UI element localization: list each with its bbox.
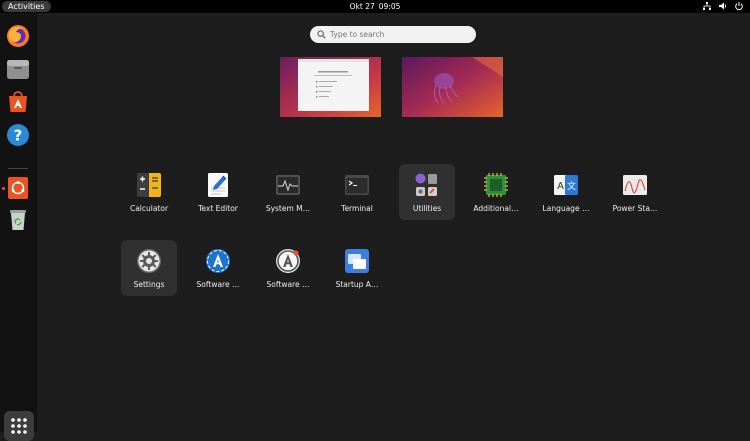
dock: ? bbox=[0, 13, 37, 441]
app-system-monitor[interactable]: System M… bbox=[260, 164, 316, 220]
app-calculator[interactable]: Calculator bbox=[121, 164, 177, 220]
system-tray[interactable] bbox=[702, 1, 744, 11]
app-label: Startup A… bbox=[335, 280, 379, 289]
top-bar: Activities Okt 27 09:05 bbox=[0, 0, 750, 13]
app-label: Software … bbox=[266, 280, 310, 289]
app-label: Utilities bbox=[412, 204, 442, 213]
system-monitor-icon bbox=[275, 172, 301, 198]
software-properties-icon bbox=[275, 248, 301, 274]
workspace-thumbnail-1[interactable] bbox=[280, 57, 381, 117]
app-label: Settings bbox=[133, 280, 165, 289]
show-applications-button[interactable] bbox=[4, 411, 34, 441]
ubuntu-installer-icon[interactable] bbox=[4, 174, 32, 202]
window-preview bbox=[298, 59, 369, 111]
software-updater-icon bbox=[205, 248, 231, 274]
search-bar[interactable] bbox=[310, 26, 476, 43]
clock-date: Okt 27 bbox=[349, 2, 375, 11]
volume-icon[interactable] bbox=[718, 1, 728, 11]
terminal-icon bbox=[344, 172, 370, 198]
app-power-statistics[interactable]: Power Sta… bbox=[607, 164, 663, 220]
power-statistics-icon bbox=[622, 172, 648, 198]
settings-icon bbox=[136, 248, 162, 274]
utilities-folder-icon bbox=[414, 172, 440, 198]
app-label: Additional… bbox=[473, 204, 519, 213]
help-icon[interactable]: ? bbox=[4, 121, 32, 149]
app-label: Calculator bbox=[129, 204, 169, 213]
app-software-properties[interactable]: Software … bbox=[260, 240, 316, 296]
additional-drivers-icon bbox=[483, 172, 509, 198]
search-input[interactable] bbox=[330, 28, 470, 41]
firefox-icon[interactable] bbox=[4, 22, 32, 50]
app-software-updater[interactable]: Software … bbox=[190, 240, 246, 296]
app-label: Terminal bbox=[341, 204, 373, 213]
app-startup-applications[interactable]: Startup A… bbox=[329, 240, 385, 296]
network-icon[interactable] bbox=[702, 1, 712, 11]
app-center-icon[interactable] bbox=[4, 88, 32, 116]
app-language-support[interactable]: A文 Language … bbox=[538, 164, 594, 220]
app-label: Text Editor bbox=[198, 204, 238, 213]
trash-icon[interactable] bbox=[4, 206, 32, 234]
app-label: System M… bbox=[265, 204, 311, 213]
app-text-editor[interactable]: Text Editor bbox=[190, 164, 246, 220]
app-label: Language … bbox=[542, 204, 590, 213]
text-editor-icon bbox=[205, 172, 231, 198]
app-label: Power Sta… bbox=[612, 204, 658, 213]
clock[interactable]: Okt 27 09:05 bbox=[0, 0, 750, 13]
dock-separator bbox=[8, 168, 28, 169]
app-utilities-folder[interactable]: Utilities bbox=[399, 164, 455, 220]
app-label: Software … bbox=[196, 280, 240, 289]
svg-text:文: 文 bbox=[567, 180, 576, 192]
svg-text:A: A bbox=[557, 181, 564, 192]
calculator-icon bbox=[136, 172, 162, 198]
app-grid-icon bbox=[11, 418, 27, 434]
workspace-thumbnail-2[interactable] bbox=[402, 57, 503, 117]
startup-applications-icon bbox=[344, 248, 370, 274]
power-icon[interactable] bbox=[734, 1, 744, 11]
language-support-icon: A文 bbox=[553, 172, 579, 198]
app-terminal[interactable]: Terminal bbox=[329, 164, 385, 220]
files-icon[interactable] bbox=[4, 55, 32, 83]
app-additional-drivers[interactable]: Additional… bbox=[468, 164, 524, 220]
svg-text:?: ? bbox=[14, 127, 23, 145]
app-settings[interactable]: Settings bbox=[121, 240, 177, 296]
search-icon bbox=[317, 30, 326, 39]
clock-time: 09:05 bbox=[378, 2, 401, 11]
